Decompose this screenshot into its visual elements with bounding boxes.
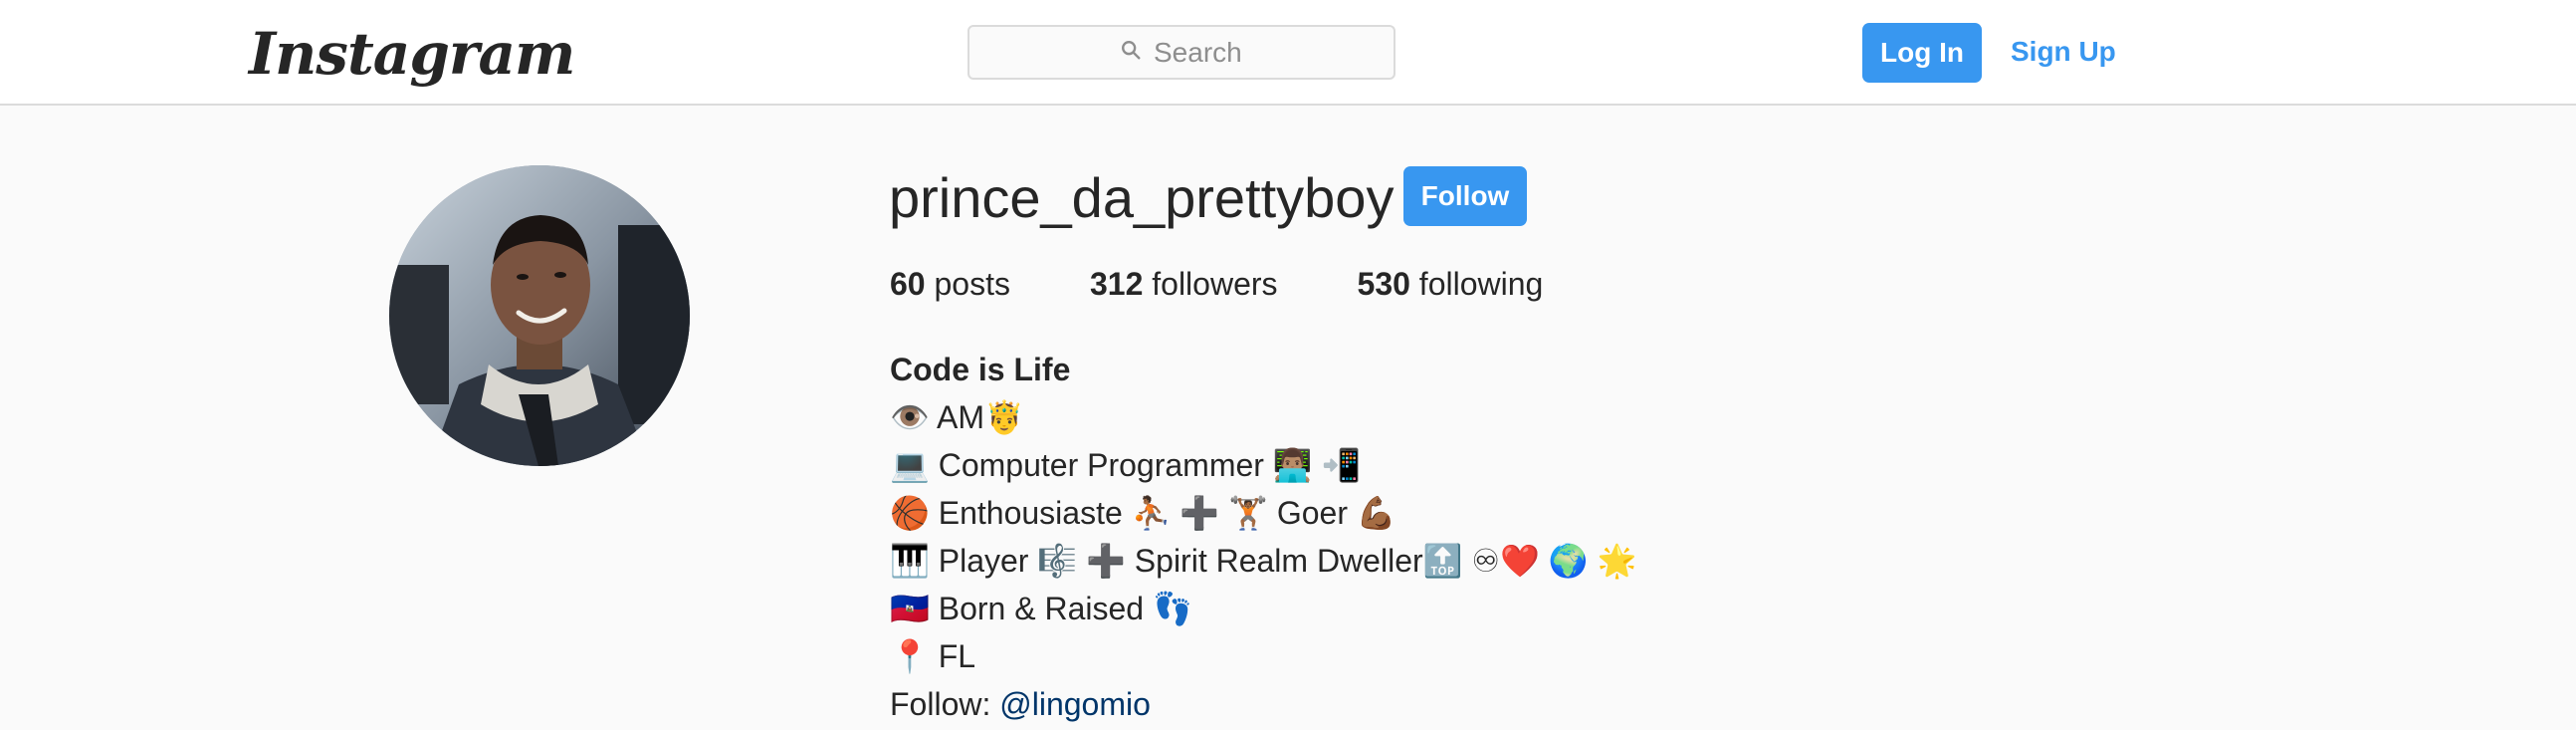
following-count: 530 — [1357, 266, 1410, 302]
bio-name: Code is Life — [890, 352, 1071, 387]
bio-line: 👁️ AM🤴 — [890, 399, 1024, 435]
following-label: following — [1418, 266, 1544, 302]
bio-mention-link[interactable]: @lingomio — [999, 686, 1151, 722]
search-input[interactable] — [1154, 36, 1243, 69]
sign-up-link[interactable]: Sign Up — [2011, 23, 2116, 83]
posts-count: 60 — [890, 266, 926, 302]
posts-stat: 60 posts — [890, 264, 1010, 304]
followers-label: followers — [1152, 266, 1278, 302]
profile-bio: Code is Life 👁️ AM🤴 💻 Computer Programme… — [890, 346, 1636, 728]
followers-count: 312 — [1089, 266, 1144, 302]
profile-stats: 60 posts 312 followers 530 following — [890, 264, 1543, 304]
follow-button[interactable]: Follow — [1403, 166, 1527, 226]
profile-photo — [389, 165, 690, 466]
search-box[interactable] — [967, 25, 1395, 80]
profile-username: prince_da_prettyboy — [889, 166, 1395, 229]
top-navigation-bar: Instagram Log In Sign Up — [0, 0, 2576, 106]
bio-line: 🇭🇹 Born & Raised 👣 — [890, 591, 1192, 626]
following-stat[interactable]: 530 following — [1358, 264, 1544, 304]
bio-line: 📍 FL — [890, 638, 976, 674]
posts-label: posts — [934, 266, 1010, 302]
bio-line: 🎹 Player 🎼 ➕ Spirit Realm Dweller🔝 ♾❤️ 🌍… — [890, 543, 1637, 579]
profile-avatar[interactable] — [389, 165, 690, 466]
log-in-button[interactable]: Log In — [1862, 23, 1982, 83]
bio-follow-prefix: Follow: — [890, 686, 1000, 722]
bio-line: 🏀 Enthousiaste ⛹🏾 ➕ 🏋🏾 Goer 💪🏾 — [890, 495, 1396, 531]
followers-stat[interactable]: 312 followers — [1090, 264, 1278, 304]
instagram-logo[interactable]: Instagram — [249, 14, 575, 94]
bio-line: 💻 Computer Programmer 👨🏽‍💻 📲 — [890, 447, 1362, 483]
search-icon — [1120, 39, 1142, 66]
bio-follow-line: Follow: @lingomio — [890, 680, 1636, 728]
